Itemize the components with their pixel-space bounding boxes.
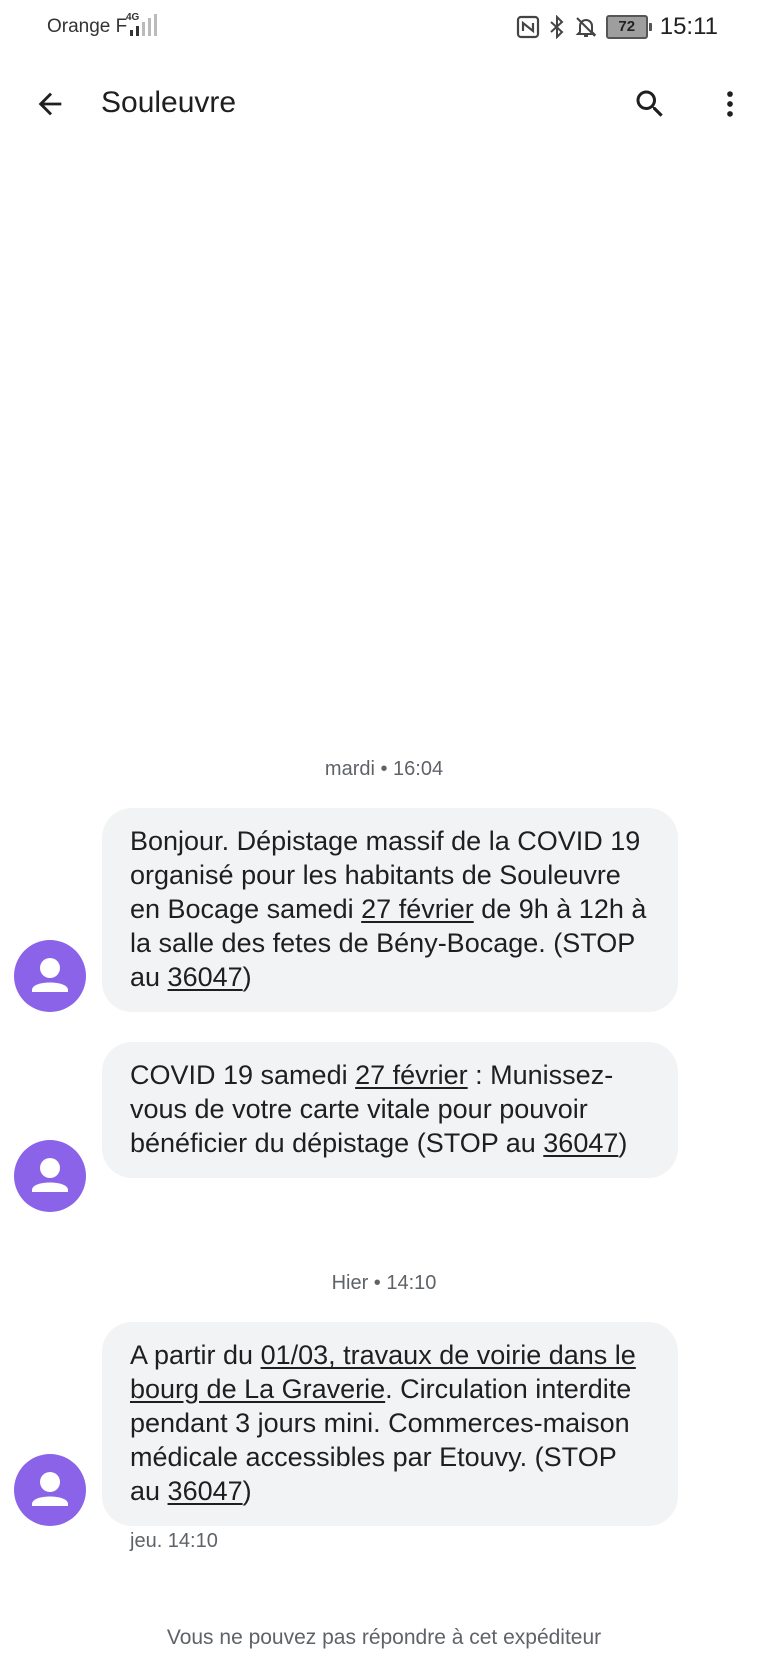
back-arrow-icon xyxy=(38,92,62,116)
top-app-bar: Souleuvre xyxy=(0,60,768,148)
message-text: A partir du xyxy=(130,1340,261,1370)
search-icon xyxy=(636,90,663,117)
nfc-icon xyxy=(516,15,539,39)
phone-number-link[interactable]: 36047 xyxy=(168,1476,243,1506)
message-text: COVID 19 samedi xyxy=(130,1060,356,1090)
message-bubble[interactable]: Bonjour. Dépistage massif de la COVID 19… xyxy=(102,808,678,1012)
battery-icon: 72 xyxy=(605,15,652,39)
more-options-button[interactable] xyxy=(706,80,754,128)
phone-number-link[interactable]: 36047 xyxy=(168,962,243,992)
status-time: 15:11 xyxy=(659,13,718,40)
message-bubble[interactable]: A partir du 01/03, travaux de voirie dan… xyxy=(102,1322,678,1526)
sender-avatar[interactable] xyxy=(14,1454,86,1526)
carrier-name: Orange F xyxy=(47,16,128,37)
cannot-reply-notice: Vous ne pouvez pas répondre à cet expédi… xyxy=(166,1626,602,1649)
message-timestamp: mardi • 16:04 xyxy=(324,758,444,780)
person-icon xyxy=(32,958,68,992)
more-vert-icon xyxy=(727,91,733,117)
sender-avatar[interactable] xyxy=(14,940,86,1012)
status-icons: 72 15:11 xyxy=(516,12,718,42)
message-text: ) xyxy=(242,1476,252,1506)
message-bubble[interactable]: COVID 19 samedi 27 février : Munissez-vo… xyxy=(102,1042,678,1178)
sender-avatar[interactable] xyxy=(14,1140,86,1212)
back-button[interactable] xyxy=(26,80,74,128)
message-sent-time: jeu. 14:10 xyxy=(130,1530,218,1552)
date-link[interactable]: 27 février xyxy=(355,1060,468,1090)
person-icon xyxy=(32,1472,68,1506)
message-text: ) xyxy=(242,962,252,992)
bluetooth-icon xyxy=(550,15,564,39)
search-button[interactable] xyxy=(626,80,674,128)
conversation-title: Souleuvre xyxy=(101,86,237,119)
signal-icon xyxy=(130,14,157,36)
phone-number-link[interactable]: 36047 xyxy=(543,1128,618,1158)
message-timestamp: Hier • 14:10 xyxy=(331,1272,437,1294)
status-bar: Orange F 4G 72 15:11 xyxy=(0,0,768,54)
date-link[interactable]: 27 février xyxy=(361,894,474,924)
message-text: ) xyxy=(618,1128,628,1158)
person-icon xyxy=(32,1158,68,1192)
mute-bell-icon xyxy=(575,17,597,37)
